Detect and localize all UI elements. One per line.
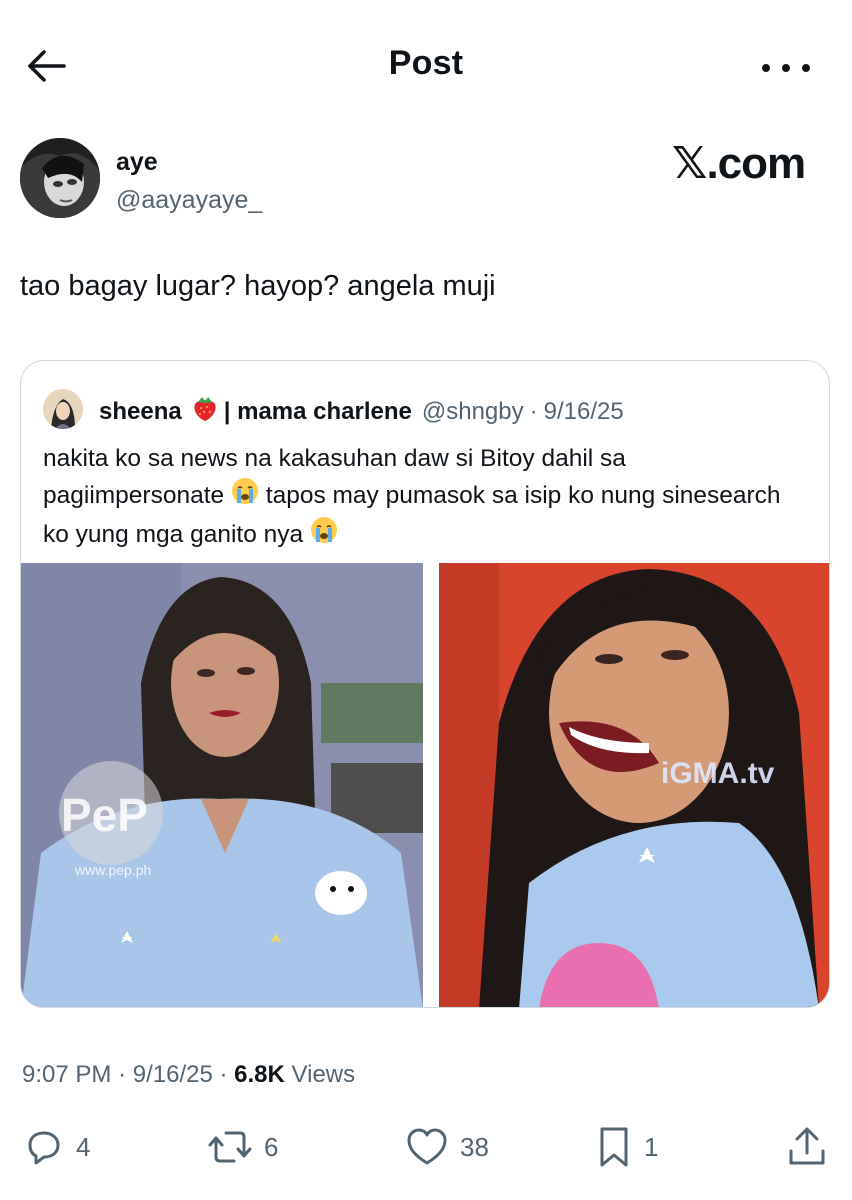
crying-face-icon: [310, 516, 338, 555]
bookmark-count: 1: [644, 1131, 659, 1162]
page-title: Post: [388, 44, 464, 82]
post-meta: 9:07 PM · 9/16/25 · 6.8K Views: [22, 1061, 355, 1089]
quote-avatar-image: [43, 389, 83, 429]
repost-count: 6: [264, 1131, 279, 1162]
quote-date[interactable]: 9/16/25: [544, 398, 624, 426]
quote-image-right[interactable]: iGMA.tv: [439, 563, 829, 1007]
quote-header: sheena | mama charlene @shngby · 9/16/25: [99, 393, 624, 430]
views-count: 6.8K: [234, 1061, 285, 1088]
action-bar: 4 6 38 1: [0, 1124, 852, 1170]
avatar[interactable]: [20, 138, 100, 218]
repost-button[interactable]: 6: [206, 1124, 278, 1170]
dot-separator: ·: [219, 1061, 235, 1088]
more-dot: [762, 64, 770, 72]
igma-watermark: iGMA.tv: [661, 757, 775, 790]
more-dot: [782, 64, 790, 72]
quote-image-left[interactable]: PeP www.pep.ph: [21, 563, 423, 1007]
like-button[interactable]: 38: [404, 1124, 489, 1170]
views-label: Views: [291, 1061, 356, 1088]
bookmark-icon: [600, 1127, 628, 1167]
author-name[interactable]: aye: [116, 148, 158, 177]
reply-button[interactable]: 4: [22, 1124, 90, 1170]
post-time[interactable]: 9:07 PM: [22, 1061, 111, 1088]
photo-left: PeP www.pep.ph: [21, 563, 423, 1007]
reply-count: 4: [76, 1131, 91, 1162]
heart-icon: [407, 1128, 447, 1165]
post-text: tao bagay lugar? hayop? angela muji: [20, 270, 496, 302]
reply-icon: [28, 1131, 60, 1165]
share-icon: [789, 1127, 825, 1165]
dot-separator: ·: [118, 1061, 133, 1088]
crying-face-icon: [231, 477, 259, 516]
quoted-post-card[interactable]: sheena | mama charlene @shngby · 9/16/25…: [20, 360, 830, 1008]
more-options-button[interactable]: [762, 56, 810, 80]
like-count: 38: [460, 1131, 489, 1162]
dot-separator: ·: [529, 397, 538, 425]
more-dot: [802, 64, 810, 72]
quote-author-handle[interactable]: @shngby: [422, 398, 524, 426]
quote-author-suffix: | mama charlene: [223, 397, 412, 425]
photo-right: iGMA.tv: [439, 563, 829, 1007]
avatar-image: [20, 138, 100, 218]
x-logo-watermark: 𝕏.com: [672, 139, 806, 188]
post-date[interactable]: 9/16/25: [133, 1061, 213, 1088]
share-button[interactable]: [786, 1124, 828, 1170]
quote-text: nakita ko sa news na kakasuhan daw si Bi…: [43, 441, 803, 555]
pep-url-watermark: www.pep.ph: [74, 862, 151, 878]
bookmark-button[interactable]: 1: [594, 1124, 658, 1170]
quote-author-name[interactable]: sheena: [99, 398, 182, 426]
author-handle[interactable]: @aayayaye_: [116, 186, 262, 215]
pep-watermark: PeP: [61, 789, 148, 841]
quote-avatar[interactable]: [43, 389, 83, 429]
strawberry-icon: [190, 393, 220, 430]
repost-icon: [208, 1131, 252, 1163]
